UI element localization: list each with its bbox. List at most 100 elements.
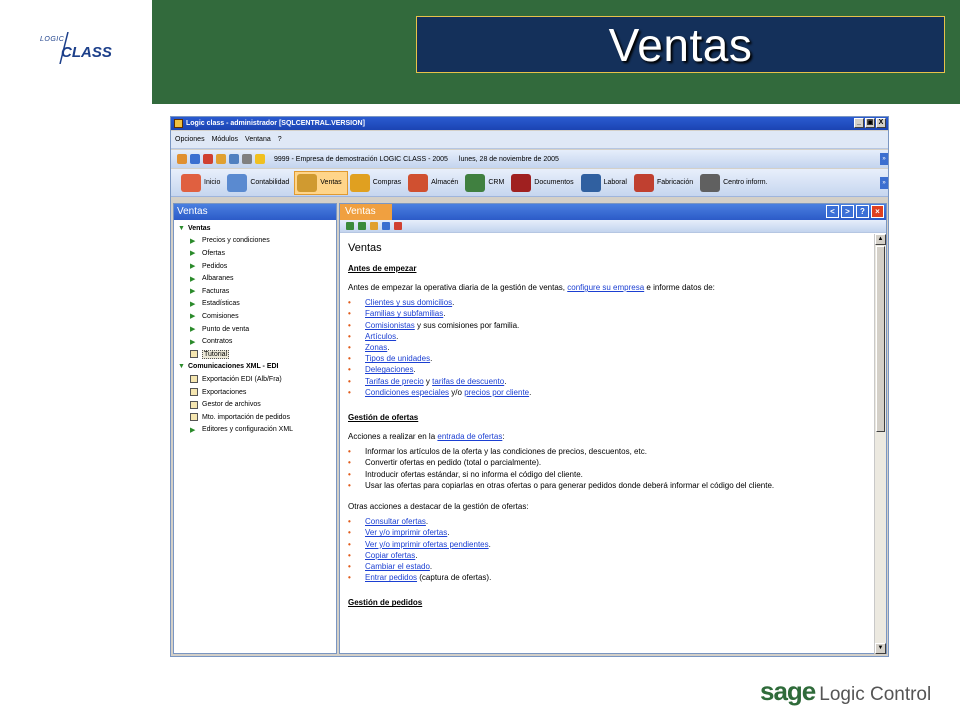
list-item: Consultar ofertas. (348, 516, 874, 527)
nav-item[interactable]: ▶ Ofertas (174, 247, 336, 260)
vertical-scrollbar[interactable]: ▲ ▼ (874, 234, 886, 654)
doc-link[interactable]: Consultar ofertas (365, 517, 426, 526)
list-item: Informar los artículos de la oferta y la… (348, 446, 874, 457)
warehouse-icon (408, 173, 429, 192)
help-icon[interactable] (190, 154, 200, 164)
nav-item[interactable]: ▶ Albaranes (174, 272, 336, 285)
arrow-right-icon: ▶ (190, 275, 196, 283)
module-button-sales[interactable]: Ventas (294, 170, 348, 195)
module-button-documents[interactable]: Documentos (509, 171, 578, 195)
mail-icon[interactable] (203, 154, 213, 164)
close-panel-button[interactable]: × (871, 205, 884, 218)
menu-ventana[interactable]: Ventana (245, 136, 271, 143)
doc-link[interactable]: Familias y subfamilias (365, 309, 443, 318)
doc-link[interactable]: Copiar ofertas (365, 551, 415, 560)
module-button-warehouse[interactable]: Almacén (406, 171, 463, 195)
section-title: Antes de empezar (348, 264, 417, 273)
nav-item[interactable]: Exportación EDI (Alb/Fra) (174, 373, 336, 386)
arrow-right-icon: ▶ (190, 326, 196, 334)
menu-help[interactable]: ? (278, 136, 282, 143)
nav-item[interactable]: ▶ Editores y configuración XML (174, 424, 336, 437)
doc-link[interactable]: Ver y/o imprimir ofertas (365, 528, 447, 537)
doc-link[interactable]: Zonas (365, 343, 387, 352)
nav-item-label: Facturas (202, 287, 230, 295)
window-titlebar[interactable]: Logic class - administrador [SQLCENTRAL.… (171, 117, 888, 130)
nav-item[interactable]: Exportaciones (174, 386, 336, 399)
nav-item-label: Punto de venta (202, 325, 250, 333)
doc-link[interactable]: Cambiar el estado (365, 562, 430, 571)
doc-link[interactable]: Delegaciones (365, 365, 413, 374)
nav-item[interactable]: ▶ Punto de venta (174, 323, 336, 336)
home-icon[interactable] (370, 222, 378, 230)
doc-link[interactable]: Ver y/o imprimir ofertas pendientes (365, 540, 489, 549)
slide: Ventas LOGIC CLASS Logic class - adminis… (0, 0, 960, 720)
search-icon[interactable] (229, 154, 239, 164)
scroll-thumb[interactable] (876, 246, 885, 432)
module-label: Almacén (431, 179, 459, 186)
sage-logo: sage Logic Control (760, 676, 931, 707)
nav-item[interactable]: Gestor de archivos (174, 398, 336, 411)
scroll-up-icon[interactable]: ▲ (875, 234, 886, 245)
module-button-info-center[interactable]: Centro inform. (698, 171, 772, 195)
nav-item[interactable]: ▶ Pedidos (174, 260, 336, 273)
tab-ventas[interactable]: Ventas (340, 204, 392, 220)
brand-name: sage (760, 676, 816, 706)
toolbar-tool-icon[interactable] (177, 154, 187, 164)
scroll-down-icon[interactable]: ▼ (875, 643, 886, 654)
current-date: lunes, 28 de noviembre de 2005 (458, 155, 559, 163)
calculator-icon[interactable] (216, 154, 226, 164)
table-icon[interactable] (242, 154, 252, 164)
paragraph: Otras acciones a destacar de la gestión … (348, 502, 529, 512)
toolbar-overflow-icon[interactable]: » (880, 177, 888, 189)
forward-icon[interactable]: > (841, 205, 854, 218)
module-label: Inicio (204, 179, 221, 186)
nav-item-label: Precios y condiciones (202, 237, 270, 245)
print-icon[interactable] (394, 222, 402, 230)
minimize-button[interactable]: _ (854, 118, 864, 128)
nav-item-label: Exportación EDI (Alb/Fra) (202, 375, 282, 383)
doc-link[interactable]: Tarifas de precio (365, 377, 424, 386)
forward-arrow-icon[interactable] (358, 222, 366, 230)
module-label: CRM (488, 179, 505, 186)
toolbar-overflow-icon[interactable]: » (880, 153, 888, 165)
configure-company-link[interactable]: configure su empresa (567, 283, 644, 292)
doc-link[interactable]: Comisionistas (365, 321, 415, 330)
nav-group[interactable]: ▼ Ventas (174, 222, 336, 235)
back-arrow-icon[interactable] (346, 222, 354, 230)
doc-link[interactable]: tarifas de descuento (432, 377, 504, 386)
star-icon[interactable] (255, 154, 265, 164)
module-button-crm[interactable]: CRM (463, 171, 509, 195)
nav-item[interactable]: ▶ Estadísticas (174, 298, 336, 311)
doc-link[interactable]: Condiciones especiales (365, 388, 449, 397)
refresh-icon[interactable] (382, 222, 390, 230)
back-icon[interactable]: < (826, 205, 839, 218)
left-panel-title: Ventas (174, 204, 336, 220)
nav-item[interactable]: ▶ Contratos (174, 335, 336, 348)
nav-item[interactable]: Mto. importación de pedidos (174, 411, 336, 424)
menu-modulos[interactable]: Módulos (212, 136, 238, 143)
restore-button[interactable]: ▣ (865, 118, 875, 128)
doc-link[interactable]: precios por cliente (464, 388, 529, 397)
help-button[interactable]: ? (856, 205, 869, 218)
doc-link[interactable]: Entrar pedidos (365, 573, 417, 582)
nav-item[interactable]: ▶ Facturas (174, 285, 336, 298)
nav-item[interactable]: Tutorial (174, 348, 336, 361)
nav-item[interactable]: ▶ Comisiones (174, 310, 336, 323)
module-button-accounting[interactable]: Contabilidad (225, 171, 294, 195)
offer-entry-link[interactable]: entrada de ofertas (437, 432, 502, 441)
module-button-home[interactable]: Inicio (179, 171, 225, 195)
doc-link[interactable]: Tipos de unidades (365, 354, 430, 363)
doc-link[interactable]: Clientes y sus domicilios (365, 298, 452, 307)
nav-item[interactable]: ▶ Precios y condiciones (174, 235, 336, 248)
list-item: Ver y/o imprimir ofertas pendientes. (348, 539, 874, 550)
doc-link[interactable]: Artículos (365, 332, 396, 341)
module-button-labor[interactable]: Laboral (579, 171, 632, 195)
list-item: Usar las ofertas para copiarlas en otras… (348, 480, 874, 491)
module-button-purchases[interactable]: Compras (348, 171, 406, 195)
nav-group[interactable]: ▼ Comunicaciones XML - EDI (174, 361, 336, 374)
document-icon (190, 400, 198, 409)
close-button[interactable]: X (876, 118, 886, 128)
menu-opciones[interactable]: Opciones (175, 136, 205, 143)
module-button-manufacturing[interactable]: Fabricación (632, 171, 698, 195)
nav-item-label: Contratos (202, 338, 233, 346)
